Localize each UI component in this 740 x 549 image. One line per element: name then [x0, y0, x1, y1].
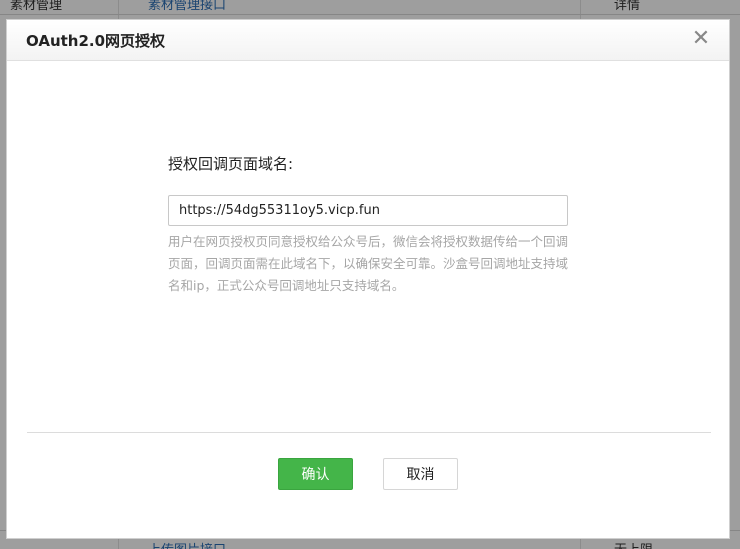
callback-domain-label: 授权回调页面域名: [168, 155, 294, 173]
dialog-header: OAuth2.0网页授权 ✕ [7, 20, 729, 61]
confirm-button[interactable]: 确认 [278, 458, 353, 490]
callback-domain-input[interactable] [168, 195, 568, 226]
oauth-dialog: OAuth2.0网页授权 ✕ 授权回调页面域名: 用户在网页授权页同意授权给公众… [6, 19, 730, 539]
cancel-button[interactable]: 取消 [383, 458, 458, 490]
footer-divider [27, 432, 711, 433]
dialog-title: OAuth2.0网页授权 [26, 32, 166, 50]
callback-domain-hint: 用户在网页授权页同意授权给公众号后，微信会将授权数据传给一个回调页面，回调页面需… [168, 234, 569, 293]
close-icon[interactable]: ✕ [691, 28, 711, 50]
